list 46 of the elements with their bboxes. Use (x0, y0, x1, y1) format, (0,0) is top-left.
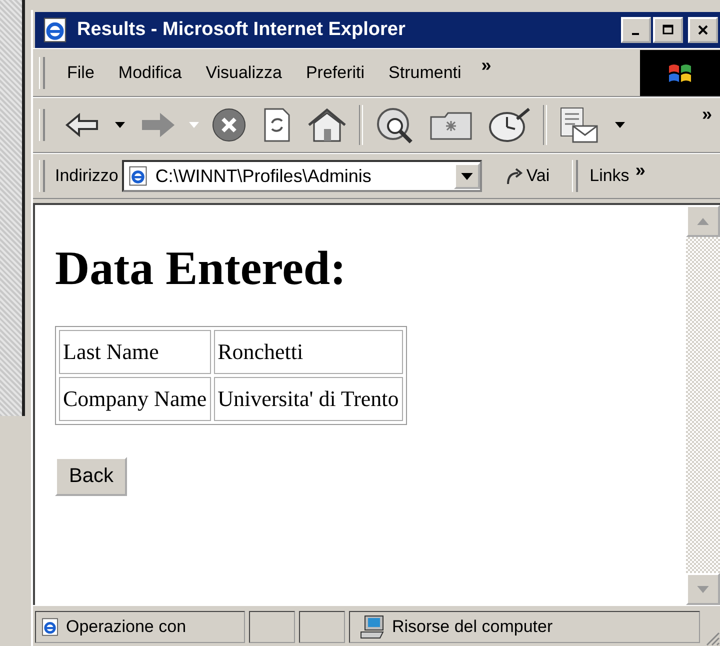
back-button[interactable]: Back (55, 457, 128, 496)
vertical-scrollbar[interactable] (686, 205, 720, 605)
toolbar-grip[interactable] (572, 160, 578, 192)
browser-logo-icon (41, 16, 69, 44)
menu-item[interactable]: Modifica (106, 62, 194, 82)
maximize-button[interactable] (653, 17, 683, 43)
close-icon (697, 24, 709, 36)
page-icon (40, 617, 60, 637)
status-pane (299, 611, 345, 643)
toolbar-grip[interactable] (39, 109, 45, 141)
table-cell: Company Name (59, 377, 211, 421)
menu-item[interactable]: Strumenti (376, 62, 474, 82)
table-cell: Ronchetti (214, 330, 403, 374)
table-cell: Last Name (59, 330, 211, 374)
scroll-down-button[interactable] (686, 573, 720, 605)
toolbar-grip[interactable] (39, 56, 45, 88)
down-arrow-icon (697, 586, 709, 592)
scroll-up-button[interactable] (686, 205, 720, 237)
menu-item[interactable]: Preferiti (294, 62, 377, 82)
table-cell: Universita' di Trento (214, 377, 403, 421)
toolbar-grip[interactable] (39, 160, 45, 192)
address-field[interactable]: C:\WINNT\Profiles\Adminis (122, 160, 482, 192)
menu-item[interactable]: File (55, 62, 106, 82)
links-overflow-button[interactable]: » (631, 160, 650, 181)
curved-arrow-icon (504, 166, 524, 186)
window-title: Results - Microsoft Internet Explorer (77, 19, 406, 41)
links-button[interactable]: Links (588, 166, 632, 186)
minimize-icon (632, 33, 638, 35)
maximize-icon (662, 24, 674, 36)
status-message: Operazione con (66, 617, 186, 637)
toolbar-overflow-button[interactable]: » (694, 104, 720, 125)
page-heading: Data Entered: (55, 241, 348, 296)
menu-overflow-button[interactable]: » (473, 55, 500, 76)
up-arrow-icon (697, 218, 709, 224)
menu-item[interactable]: Visualizza (194, 62, 294, 82)
dropdown-arrow-icon (461, 172, 474, 180)
security-zone: Risorse del computer (392, 617, 553, 637)
windows-logo-icon (640, 50, 720, 96)
resize-grip-icon[interactable] (704, 630, 720, 646)
go-button[interactable]: Vai (498, 165, 556, 187)
computer-icon (360, 615, 386, 639)
status-pane (249, 611, 295, 643)
address-dropdown-button[interactable] (454, 163, 480, 189)
address-label: Indirizzo (55, 166, 118, 186)
close-button[interactable] (688, 17, 718, 43)
page-icon (127, 165, 150, 187)
